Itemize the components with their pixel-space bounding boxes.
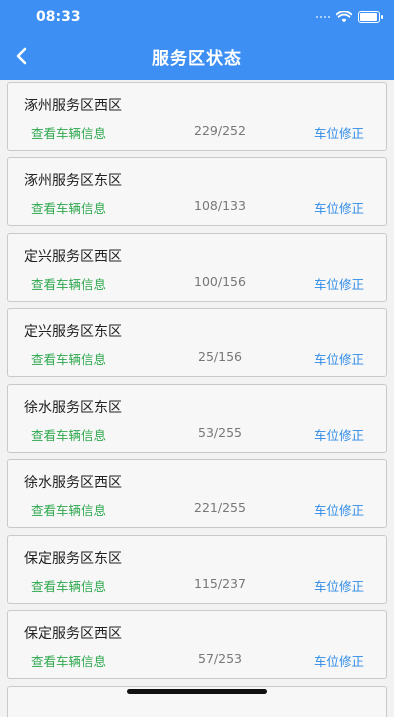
service-area-name: 定兴服务区东区 — [24, 324, 122, 340]
view-vehicles-link[interactable]: 查看车辆信息 — [31, 651, 106, 670]
parking-count: 229/252 — [194, 123, 246, 138]
service-area-card: 徐水服务区东区 查看车辆信息 53/255 车位修正 — [7, 384, 387, 453]
service-area-name: 涿州服务区东区 — [24, 173, 122, 189]
parking-count: 57/253 — [198, 651, 242, 666]
parking-count: 221/255 — [194, 500, 246, 515]
wifi-icon — [336, 11, 352, 23]
parking-correction-link[interactable]: 车位修正 — [314, 198, 364, 217]
service-area-card: 保定服务区东区 查看车辆信息 115/237 车位修正 — [7, 535, 387, 604]
parking-correction-link[interactable]: 车位修正 — [314, 274, 364, 293]
parking-count: 53/255 — [198, 425, 242, 440]
parking-correction-link[interactable]: 车位修正 — [314, 349, 364, 368]
parking-count: 108/133 — [194, 198, 246, 213]
parking-correction-link[interactable]: 车位修正 — [314, 123, 364, 142]
service-area-name: 保定服务区东区 — [24, 551, 122, 567]
page-title: 服务区状态 — [152, 49, 242, 69]
parking-correction-link[interactable]: 车位修正 — [314, 651, 364, 670]
battery-icon — [358, 11, 383, 23]
service-area-name: 徐水服务区东区 — [24, 400, 122, 416]
service-area-card: 定兴服务区东区 查看车辆信息 25/156 车位修正 — [7, 308, 387, 377]
service-area-name: 定兴服务区西区 — [24, 249, 122, 265]
service-area-card: 保定服务区西区 查看车辆信息 57/253 车位修正 — [7, 610, 387, 679]
parking-correction-link[interactable]: 车位修正 — [314, 500, 364, 519]
view-vehicles-link[interactable]: 查看车辆信息 — [31, 425, 106, 444]
view-vehicles-link[interactable]: 查看车辆信息 — [31, 198, 106, 217]
service-area-card: 涿州服务区东区 查看车辆信息 108/133 车位修正 — [7, 157, 387, 226]
app-header: 08:33 服务区状态 — [0, 0, 394, 80]
parking-count: 115/237 — [194, 576, 246, 591]
service-area-card: 徐水服务区西区 查看车辆信息 221/255 车位修正 — [7, 459, 387, 528]
view-vehicles-link[interactable]: 查看车辆信息 — [31, 576, 106, 595]
view-vehicles-link[interactable]: 查看车辆信息 — [31, 123, 106, 142]
view-vehicles-link[interactable]: 查看车辆信息 — [31, 500, 106, 519]
signal-icon — [316, 16, 330, 18]
service-area-name: 徐水服务区西区 — [24, 475, 122, 491]
service-area-card: 定兴服务区西区 查看车辆信息 100/156 车位修正 — [7, 233, 387, 302]
view-vehicles-link[interactable]: 查看车辆信息 — [31, 349, 106, 368]
parking-correction-link[interactable]: 车位修正 — [314, 425, 364, 444]
status-time: 08:33 — [36, 9, 81, 25]
service-area-name: 涿州服务区西区 — [24, 98, 122, 114]
parking-count: 100/156 — [194, 274, 246, 289]
parking-count: 25/156 — [198, 349, 242, 364]
parking-correction-link[interactable]: 车位修正 — [314, 576, 364, 595]
home-indicator[interactable] — [127, 689, 267, 694]
status-icons — [316, 9, 383, 25]
view-vehicles-link[interactable]: 查看车辆信息 — [31, 274, 106, 293]
service-area-card: 涿州服务区西区 查看车辆信息 229/252 车位修正 — [7, 82, 387, 151]
service-area-name: 保定服务区西区 — [24, 626, 122, 642]
